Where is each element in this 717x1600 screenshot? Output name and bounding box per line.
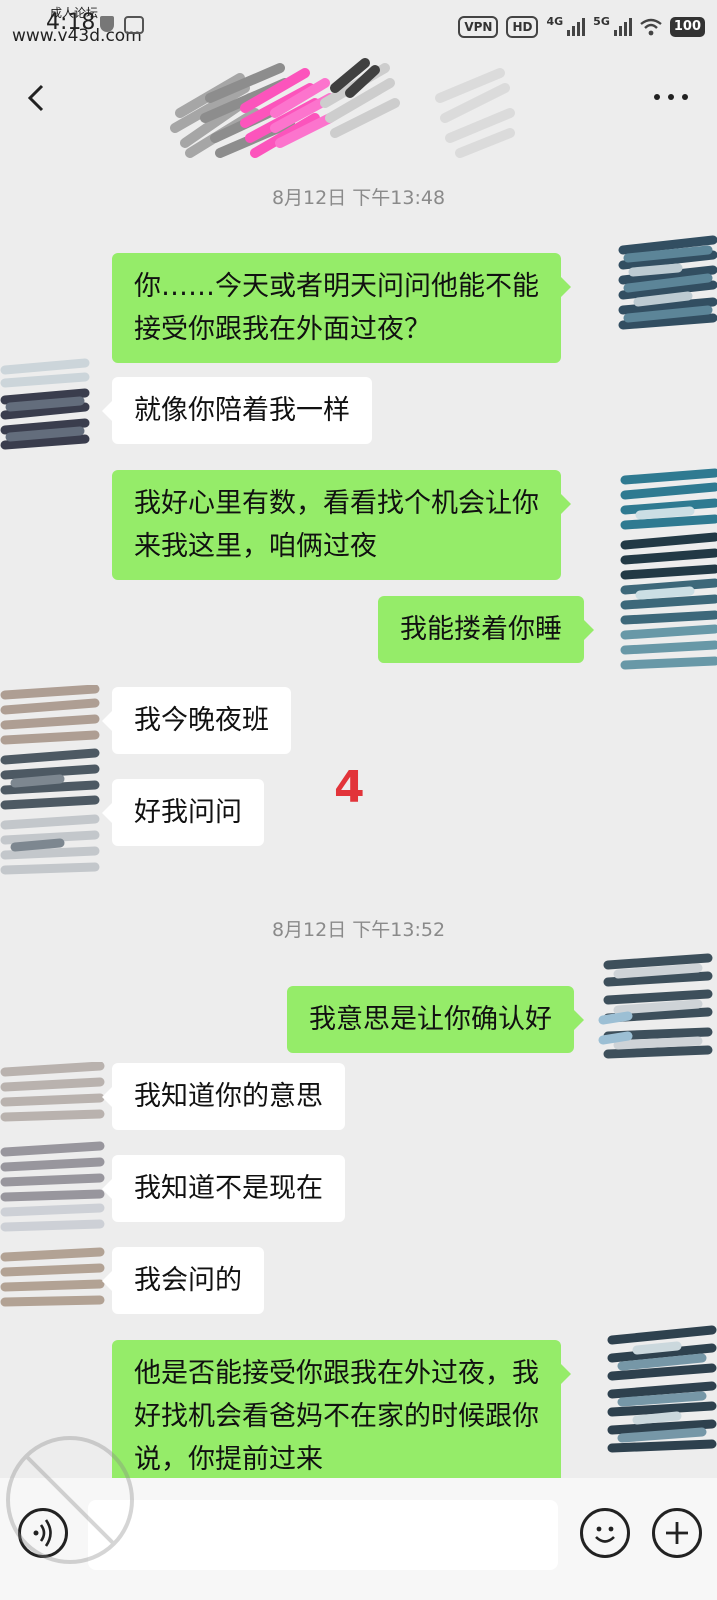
network-label-1: 4G <box>546 15 564 28</box>
message-bubble-outgoing[interactable]: 我能搂着你睡 <box>378 596 594 663</box>
avatar-contact[interactable] <box>0 355 90 455</box>
emoji-button[interactable] <box>580 1508 630 1558</box>
message-line: 我知道你的意思 <box>134 1081 323 1112</box>
avatar-contact[interactable] <box>0 685 100 885</box>
message-bubble-outgoing[interactable]: 他是否能接受你跟我在外过夜，我 好找机会看爸妈不在家的时候跟你 说，你提前过来 <box>112 1340 571 1493</box>
avatar-self[interactable] <box>607 1320 717 1470</box>
chat-header <box>0 58 717 158</box>
more-actions-button[interactable] <box>652 1508 702 1558</box>
avatar-self[interactable] <box>598 950 717 1080</box>
more-dots-icon <box>654 94 688 100</box>
status-indicators: VPN HD 4G 5G 100 <box>458 16 705 38</box>
avatar-self[interactable] <box>620 465 717 680</box>
signal-icon <box>567 18 586 36</box>
message-line: 我意思是让你确认好 <box>309 1004 552 1035</box>
message-line: 好我问问 <box>134 797 242 828</box>
message-line: 我好心里有数，看看找个机会让你 <box>134 488 539 519</box>
message-line: 我会问的 <box>134 1265 242 1296</box>
message-line: 他是否能接受你跟我在外过夜，我 <box>134 1358 539 1389</box>
message-bubble-outgoing[interactable]: 你……今天或者明天问问他能不能 接受你跟我在外面过夜？ <box>112 253 571 363</box>
chat-timestamp: 8月12日 下午13:52 <box>271 919 446 941</box>
message-bubble-incoming[interactable]: 我今晚夜班 <box>102 687 291 754</box>
message-line: 就像你陪着我一样 <box>134 395 350 426</box>
message-line: 好找机会看爸妈不在家的时候跟你 <box>134 1401 539 1432</box>
redacted-contact-name <box>170 58 515 158</box>
message-bubble-incoming[interactable]: 我知道不是现在 <box>102 1155 345 1222</box>
watermark-stamp <box>6 1436 134 1564</box>
status-bar: 4:18 成人论坛 www.v43d.com VPN HD 4G 5G 100 <box>0 0 717 58</box>
avatar-contact[interactable] <box>0 1062 105 1332</box>
annotation-number: 4 <box>334 762 365 813</box>
forum-watermark-label: 成人论坛 <box>50 6 99 20</box>
chat-timestamp: 8月12日 下午13:48 <box>271 187 446 209</box>
avatar-self[interactable] <box>618 230 717 340</box>
shield-icon <box>100 16 114 32</box>
emoji-icon <box>595 1526 615 1543</box>
message-line: 我能搂着你睡 <box>400 614 562 645</box>
message-line: 我今晚夜班 <box>134 705 269 736</box>
signal-icon <box>613 18 632 36</box>
message-line: 说，你提前过来 <box>134 1444 323 1475</box>
message-bubble-incoming[interactable]: 我会问的 <box>102 1247 264 1314</box>
site-url-watermark: www.v43d.com <box>12 26 142 46</box>
hd-badge: HD <box>506 16 539 38</box>
network-label-2: 5G <box>593 15 610 28</box>
message-bubble-incoming[interactable]: 我知道你的意思 <box>102 1063 345 1130</box>
chevron-left-icon <box>27 84 44 112</box>
message-line: 你……今天或者明天问问他能不能 <box>134 271 539 302</box>
vpn-badge: VPN <box>458 16 499 38</box>
message-icon <box>124 16 144 34</box>
battery-indicator: 100 <box>669 17 705 37</box>
message-bubble-incoming[interactable]: 好我问问 <box>102 779 264 846</box>
wifi-icon <box>640 18 662 36</box>
plus-icon <box>666 1522 688 1544</box>
back-button[interactable] <box>20 80 56 116</box>
more-options-button[interactable] <box>651 82 691 112</box>
message-line: 我知道不是现在 <box>134 1173 323 1204</box>
message-line: 接受你跟我在外面过夜？ <box>134 314 431 345</box>
message-bubble-outgoing[interactable]: 我好心里有数，看看找个机会让你 来我这里，咱俩过夜 <box>112 470 571 580</box>
message-bubble-incoming[interactable]: 就像你陪着我一样 <box>102 377 372 444</box>
message-line: 来我这里，咱俩过夜 <box>134 531 377 562</box>
message-bubble-outgoing[interactable]: 我意思是让你确认好 <box>287 986 584 1053</box>
